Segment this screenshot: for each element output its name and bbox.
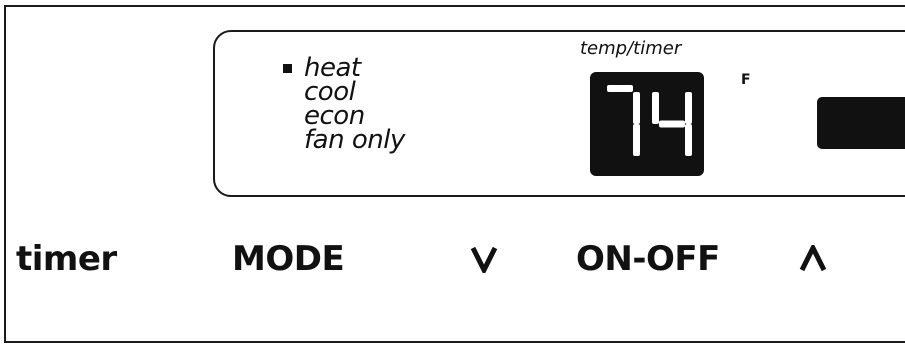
up-button[interactable]	[799, 232, 831, 273]
segment-b	[685, 92, 692, 124]
mode-fan-only: fan only	[304, 125, 405, 155]
segment-c	[633, 124, 640, 156]
unit-label: F	[741, 72, 751, 88]
mode-button[interactable]: MODE	[232, 232, 345, 286]
mode-list: heat cool econ fan only	[304, 55, 405, 155]
square-bullet-icon	[283, 64, 292, 73]
segment-c	[685, 124, 692, 156]
segment-f	[652, 92, 659, 124]
on-off-button[interactable]: ON-OFF	[576, 232, 720, 286]
chevron-up-icon	[799, 245, 827, 272]
segment-a	[607, 85, 633, 92]
timer-button[interactable]: timer	[16, 232, 117, 286]
down-button[interactable]	[470, 232, 500, 273]
seven-segment-digits	[607, 85, 692, 156]
chevron-down-icon	[470, 246, 498, 273]
temperature-display	[590, 72, 704, 176]
temp-timer-label: temp/timer	[580, 38, 682, 59]
secondary-display	[817, 97, 905, 149]
segment-b	[633, 92, 640, 124]
segment-g	[659, 120, 685, 128]
